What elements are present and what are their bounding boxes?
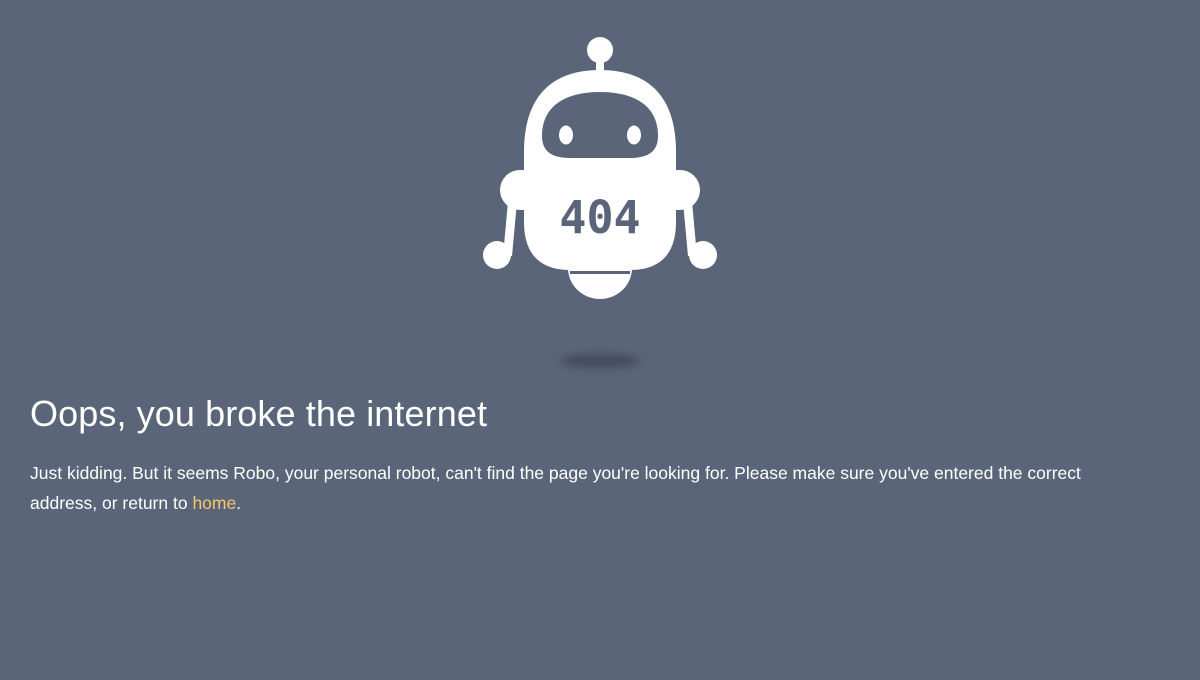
- robot-shadow: [560, 354, 640, 368]
- error-content: Oops, you broke the internet Just kiddin…: [30, 392, 1130, 518]
- robot-illustration: 404: [480, 34, 720, 379]
- robot-icon: 404: [483, 37, 717, 368]
- message-text: Just kidding. But it seems Robo, your pe…: [30, 463, 1081, 513]
- left-eye: [559, 125, 573, 145]
- right-eye: [627, 125, 641, 145]
- error-message: Just kidding. But it seems Robo, your pe…: [30, 458, 1130, 518]
- right-hand: [689, 241, 717, 269]
- left-hand: [483, 241, 511, 269]
- message-period: .: [236, 493, 242, 513]
- home-link[interactable]: home: [192, 493, 236, 513]
- body-seam: [570, 271, 630, 274]
- page-title: Oops, you broke the internet: [30, 393, 488, 434]
- robot-visor: [542, 92, 658, 158]
- error-code-display: 404: [559, 191, 640, 244]
